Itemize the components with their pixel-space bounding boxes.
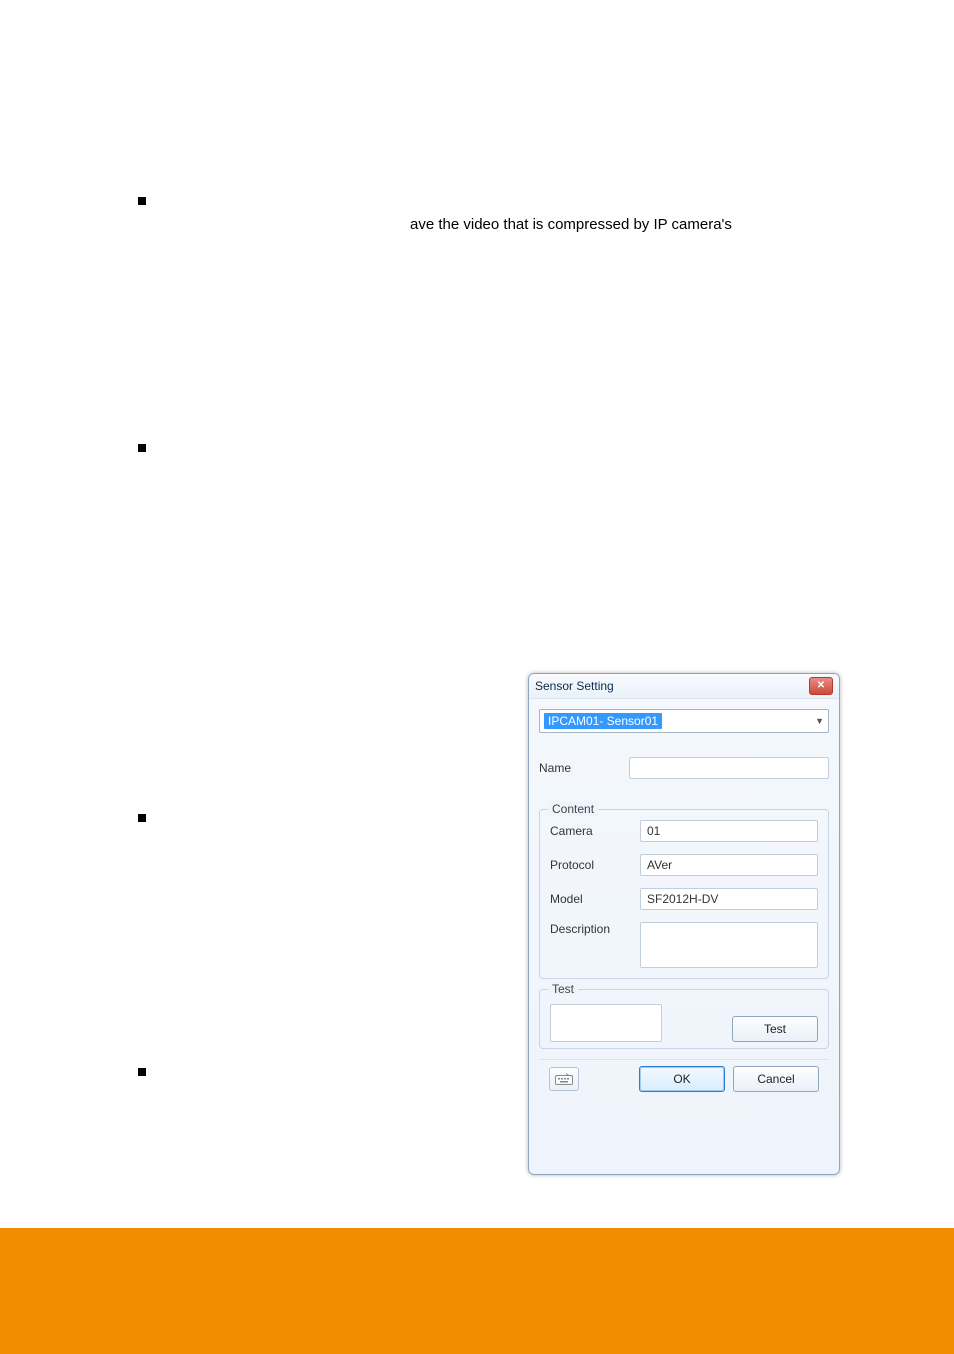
close-icon: ✕	[817, 681, 825, 691]
description-field	[640, 922, 818, 968]
name-input[interactable]	[629, 757, 829, 779]
camera-field	[640, 820, 818, 842]
test-group-title: Test	[548, 982, 578, 996]
bullet-icon	[138, 1068, 146, 1076]
footer-bar	[0, 1228, 954, 1354]
test-area: Test	[550, 1000, 818, 1042]
content-group-title: Content	[548, 802, 598, 816]
description-row: Description	[550, 922, 818, 968]
protocol-label: Protocol	[550, 858, 640, 872]
model-row: Model	[550, 888, 818, 910]
content-group: Content Camera Protocol Model Descriptio…	[539, 809, 829, 979]
name-row: Name	[539, 757, 829, 779]
camera-label: Camera	[550, 824, 640, 838]
keyboard-icon	[555, 1073, 573, 1085]
body-text: placeholder row ave the video that is co…	[140, 185, 860, 631]
paragraph-line: ave the video that is compressed by IP c…	[140, 214, 860, 237]
test-output-box	[550, 1004, 662, 1042]
description-label: Description	[550, 922, 640, 936]
sensor-setting-dialog: Sensor Setting ✕ IPCAM01- Sensor01 ▼ Nam…	[528, 673, 840, 1175]
dialog-body: IPCAM01- Sensor01 ▼ Name Content Camera …	[529, 699, 839, 1100]
name-label: Name	[539, 761, 629, 775]
chevron-down-icon: ▼	[815, 716, 824, 726]
keyboard-button[interactable]	[549, 1067, 579, 1091]
protocol-row: Protocol	[550, 854, 818, 876]
dialog-footer: OK Cancel	[539, 1059, 829, 1092]
page: placeholder row ave the video that is co…	[0, 0, 954, 1354]
close-button[interactable]: ✕	[809, 677, 833, 695]
protocol-field	[640, 854, 818, 876]
dialog-titlebar: Sensor Setting ✕	[529, 674, 839, 699]
camera-row: Camera	[550, 820, 818, 842]
dialog-title-text: Sensor Setting	[535, 679, 614, 693]
bullet-icon	[138, 197, 146, 205]
model-field	[640, 888, 818, 910]
sensor-select-value: IPCAM01- Sensor01	[544, 713, 662, 729]
model-label: Model	[550, 892, 640, 906]
sensor-select[interactable]: IPCAM01- Sensor01 ▼	[539, 709, 829, 733]
test-group: Test Test	[539, 989, 829, 1049]
bullet-icon	[138, 814, 146, 822]
ok-button[interactable]: OK	[639, 1066, 725, 1092]
cancel-button[interactable]: Cancel	[733, 1066, 819, 1092]
test-button[interactable]: Test	[732, 1016, 818, 1042]
bullet-icon	[138, 444, 146, 452]
